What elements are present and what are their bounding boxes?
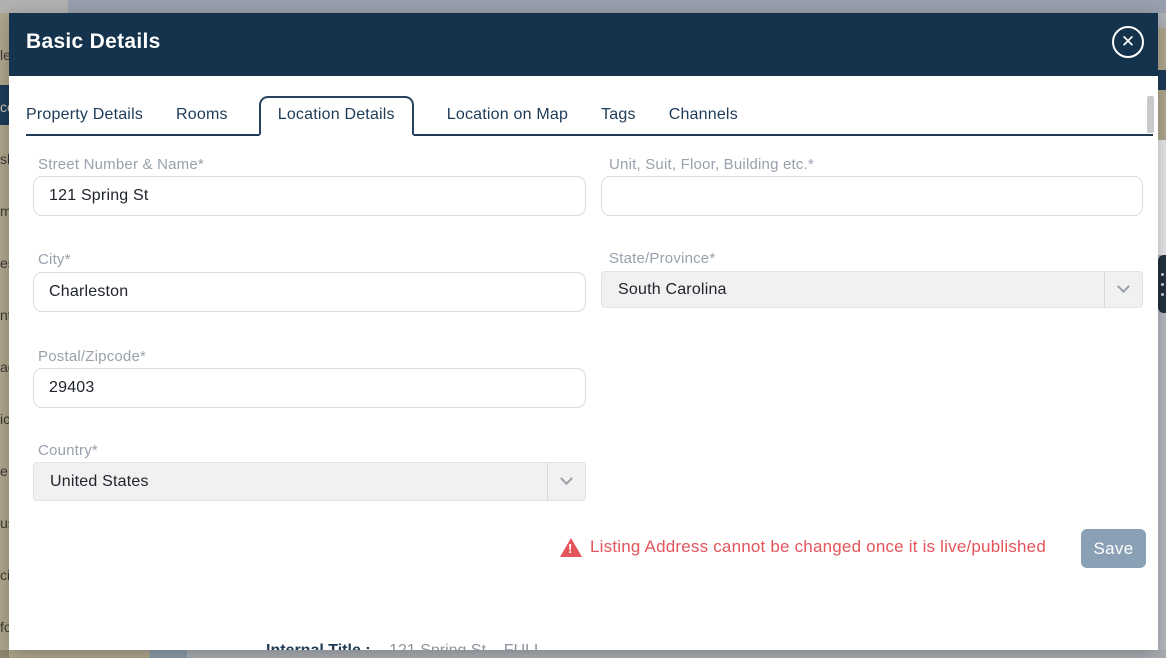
bottom-strip-sidebar xyxy=(9,650,150,658)
close-icon: ✕ xyxy=(1121,32,1135,52)
chevron-down-icon xyxy=(1104,272,1142,307)
country-select-value: United States xyxy=(34,473,149,491)
warning-icon xyxy=(560,538,582,557)
modal-scrollbar-thumb[interactable] xyxy=(1147,96,1154,133)
unit-input[interactable] xyxy=(601,176,1143,216)
internal-title-label: Internal Title : xyxy=(266,642,371,650)
city-label: City* xyxy=(38,251,71,268)
background-sidebar: le co sk m es nt ag ic e us ci fo xyxy=(0,13,9,658)
modal-header: Basic Details ✕ xyxy=(9,13,1158,76)
bottom-strip-page xyxy=(187,650,1166,658)
tab-property-details[interactable]: Property Details xyxy=(26,98,143,134)
state-label: State/Province* xyxy=(609,250,715,267)
close-button[interactable]: ✕ xyxy=(1112,26,1144,58)
tab-tags[interactable]: Tags xyxy=(601,98,636,134)
background-right-band xyxy=(1158,70,1166,90)
background-right-grey xyxy=(1158,313,1166,658)
background-topbar-right xyxy=(68,0,1166,13)
city-input[interactable] xyxy=(33,272,586,312)
bottom-strip-edge xyxy=(0,650,9,658)
help-widget-edge xyxy=(1158,255,1166,313)
tab-location-on-map[interactable]: Location on Map xyxy=(447,98,568,134)
basic-details-modal: Basic Details ✕ Property Details Rooms L… xyxy=(9,13,1158,650)
background-bottom-strip xyxy=(0,650,1166,658)
background-right-white xyxy=(1158,140,1166,255)
bottom-strip-blue xyxy=(150,650,187,658)
modal-tabbar: Property Details Rooms Location Details … xyxy=(26,97,1153,136)
tab-location-details[interactable]: Location Details xyxy=(259,96,414,136)
tab-rooms[interactable]: Rooms xyxy=(176,98,228,134)
state-select[interactable]: South Carolina xyxy=(601,271,1143,308)
postal-input[interactable] xyxy=(33,368,586,408)
background-topbar-left xyxy=(0,0,68,13)
state-select-value: South Carolina xyxy=(602,281,727,299)
background-right-strip xyxy=(1158,13,1166,658)
screen: le co sk m es nt ag ic e us ci fo Basic … xyxy=(0,0,1166,658)
unit-label: Unit, Suit, Floor, Building etc.* xyxy=(609,156,814,173)
internal-title-row: Internal Title : 121 Spring St – FULL xyxy=(266,642,543,650)
internal-title-value: 121 Spring St – FULL xyxy=(389,642,543,650)
postal-label: Postal/Zipcode* xyxy=(38,348,146,365)
street-input[interactable] xyxy=(33,176,586,216)
save-button[interactable]: Save xyxy=(1081,529,1146,568)
tab-channels[interactable]: Channels xyxy=(669,98,738,134)
warning-text: Listing Address cannot be changed once i… xyxy=(590,537,1046,557)
chevron-down-icon xyxy=(547,463,585,500)
country-label: Country* xyxy=(38,442,98,459)
modal-title: Basic Details xyxy=(26,30,161,54)
street-label: Street Number & Name* xyxy=(38,156,204,173)
warning-row: Listing Address cannot be changed once i… xyxy=(9,529,1158,569)
country-select[interactable]: United States xyxy=(33,462,586,501)
